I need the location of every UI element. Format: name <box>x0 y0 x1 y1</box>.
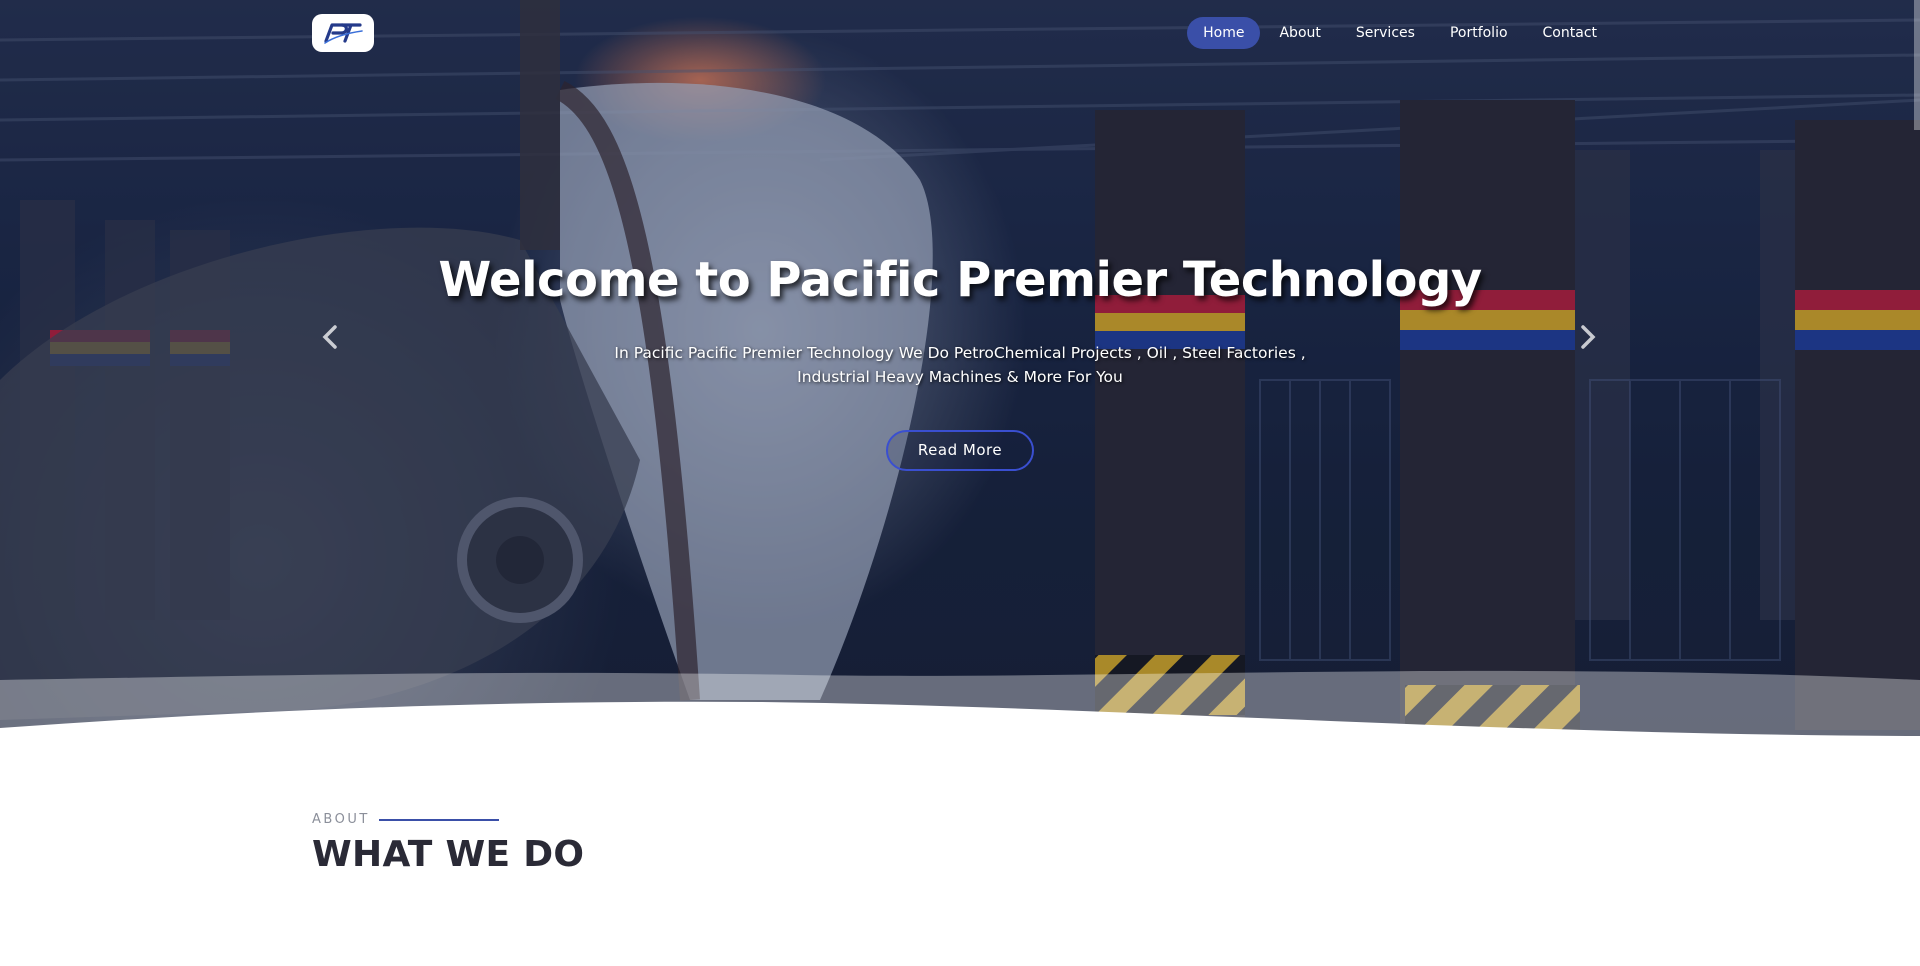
nav-portfolio[interactable]: Portfolio <box>1434 17 1524 49</box>
site-logo[interactable] <box>312 14 374 52</box>
section-eyebrow: ABOUT <box>312 812 370 827</box>
read-more-button[interactable]: Read More <box>886 430 1034 471</box>
eyebrow-divider <box>379 819 499 821</box>
nav-services[interactable]: Services <box>1340 17 1431 49</box>
hero-subtitle: In Pacific Pacific Premier Technology We… <box>614 344 1306 386</box>
slider-prev-button[interactable] <box>316 320 344 354</box>
scrollbar-thumb[interactable] <box>1914 0 1920 130</box>
logo-mark-icon <box>324 23 363 44</box>
chevron-right-icon <box>1581 325 1596 349</box>
hero-title: Welcome to Pacific Premier Technology <box>438 252 1482 308</box>
hero-wave-divider <box>0 670 1920 750</box>
slider-next-button[interactable] <box>1574 320 1602 354</box>
chevron-left-icon <box>322 325 337 349</box>
hero-slider: Home About Services Portfolio Contact We… <box>0 0 1920 736</box>
nav-about[interactable]: About <box>1263 17 1336 49</box>
main-navigation: Home About Services Portfolio Contact <box>1184 17 1613 49</box>
section-title: WHAT WE DO <box>312 834 585 875</box>
nav-home[interactable]: Home <box>1187 17 1261 49</box>
nav-contact[interactable]: Contact <box>1527 17 1613 49</box>
